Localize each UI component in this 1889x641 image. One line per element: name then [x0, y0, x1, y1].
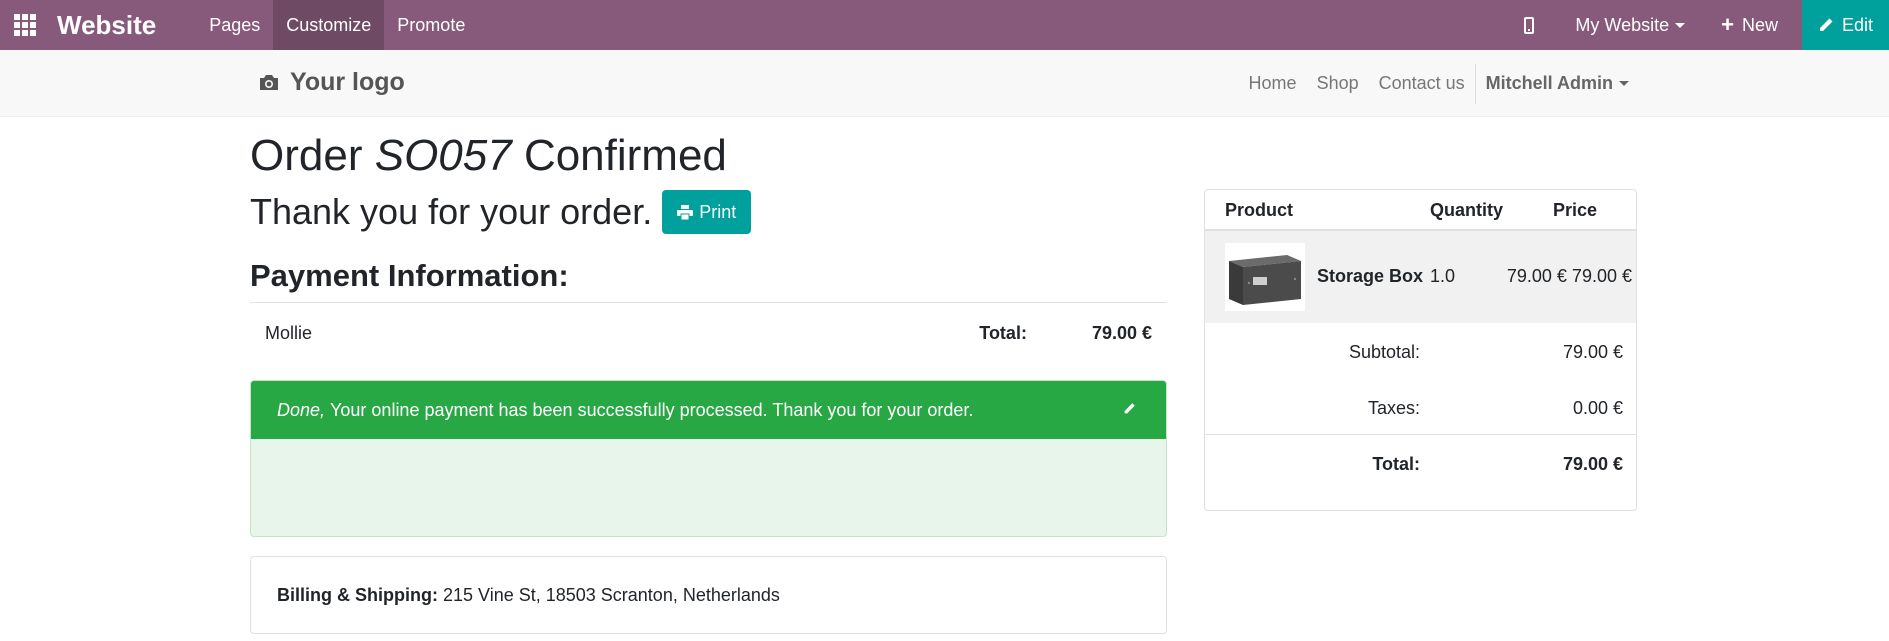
mobile-preview-icon[interactable] — [1505, 0, 1553, 50]
storage-box-image[interactable] — [1225, 243, 1305, 311]
total-label: Total: — [1372, 454, 1420, 474]
divider — [1205, 434, 1636, 435]
total-value: 79.00 € — [1562, 454, 1623, 474]
product-row: Storage Box 1.0 79.00 € 79.00 € — [1205, 231, 1636, 323]
product-name[interactable]: Storage Box — [1317, 266, 1423, 287]
payment-row: Mollie Total: 79.00 € — [250, 303, 1167, 363]
caret-down-icon — [1619, 81, 1629, 86]
website-header: Your logo Home Shop Contact us Mitchell … — [0, 50, 1889, 117]
logo-text: Your logo — [290, 67, 405, 96]
thank-you-line: Thank you for your order. Print — [250, 190, 752, 234]
new-content-button[interactable]: + New — [1709, 0, 1802, 50]
total-row: Total: 79.00 € — [1205, 444, 1636, 484]
thank-you-text: Thank you for your order. — [250, 191, 653, 232]
taxes-value: 0.00 € — [1572, 398, 1623, 418]
taxes-label: Taxes: — [1367, 398, 1420, 418]
alert-done: Done, — [277, 399, 326, 420]
camera-icon — [260, 75, 278, 90]
plus-icon: + — [1721, 12, 1734, 37]
print-button[interactable]: Print — [662, 190, 752, 234]
pencil-icon[interactable] — [1123, 402, 1136, 415]
site-nav: Home Shop Contact us Mitchell Admin — [1239, 50, 1889, 117]
menu-promote[interactable]: Promote — [384, 0, 478, 50]
subtotal-row: Subtotal: 79.00 € — [1205, 332, 1636, 372]
new-label: New — [1741, 14, 1778, 35]
summary-header: Product Quantity Price — [1205, 190, 1636, 231]
caret-down-icon — [1675, 22, 1686, 28]
website-admin-navbar: Website Pages Customize Promote My Websi… — [0, 0, 1889, 50]
site-logo[interactable]: Your logo — [258, 62, 405, 102]
order-summary-card: Product Quantity Price Storage Box 1.0 7… — [1204, 189, 1637, 511]
edit-button[interactable]: Edit — [1802, 0, 1889, 50]
billing-address: 215 Vine St, 18503 Scranton, Netherlands — [442, 584, 780, 605]
taxes-row: Taxes: 0.00 € — [1205, 388, 1636, 428]
payment-total-label: Total: — [979, 322, 1027, 343]
product-quantity: 1.0 — [1430, 266, 1456, 286]
title-suffix: Confirmed — [523, 131, 727, 180]
user-name: Mitchell Admin — [1485, 73, 1613, 93]
alert-text: Your online payment has been successfull… — [330, 399, 974, 420]
nav-home[interactable]: Home — [1239, 73, 1307, 94]
top-menu: Pages Customize Promote — [196, 0, 478, 50]
print-label: Print — [699, 202, 737, 222]
pencil-icon — [1819, 18, 1833, 31]
page-title: Order SO057 Confirmed — [250, 128, 727, 184]
nav-contact-us[interactable]: Contact us — [1369, 73, 1475, 94]
payment-total-value: 79.00 € — [1091, 322, 1152, 343]
apps-menu-icon[interactable] — [0, 0, 50, 50]
user-menu[interactable]: Mitchell Admin — [1476, 73, 1639, 94]
website-switcher[interactable]: My Website — [1553, 0, 1709, 50]
menu-pages[interactable]: Pages — [196, 0, 273, 50]
product-price: 79.00 € 79.00 € — [1506, 266, 1632, 286]
nav-shop[interactable]: Shop — [1307, 73, 1369, 94]
col-quantity: Quantity — [1430, 200, 1504, 220]
subtotal-label: Subtotal: — [1348, 342, 1420, 362]
payment-method: Mollie — [265, 322, 313, 343]
col-price: Price — [1553, 200, 1598, 220]
payment-success-alert: Done, Your online payment has been succe… — [250, 380, 1167, 537]
billing-label: Billing & Shipping: — [277, 584, 438, 605]
app-brand[interactable]: Website — [57, 10, 156, 41]
order-number: SO057 — [374, 131, 512, 180]
admin-right-tools: My Website + New Edit — [1505, 0, 1889, 50]
subtotal-value: 79.00 € — [1562, 342, 1623, 362]
payment-info-heading: Payment Information: — [250, 258, 569, 293]
col-product: Product — [1225, 200, 1294, 220]
edit-label: Edit — [1841, 14, 1874, 35]
menu-customize[interactable]: Customize — [273, 0, 385, 50]
billing-shipping-box: Billing & Shipping: 215 Vine St, 18503 S… — [250, 556, 1167, 634]
printer-icon — [677, 204, 694, 220]
title-prefix: Order — [250, 131, 363, 180]
alert-message: Done, Your online payment has been succe… — [251, 381, 1166, 439]
website-switcher-label: My Website — [1575, 14, 1670, 35]
